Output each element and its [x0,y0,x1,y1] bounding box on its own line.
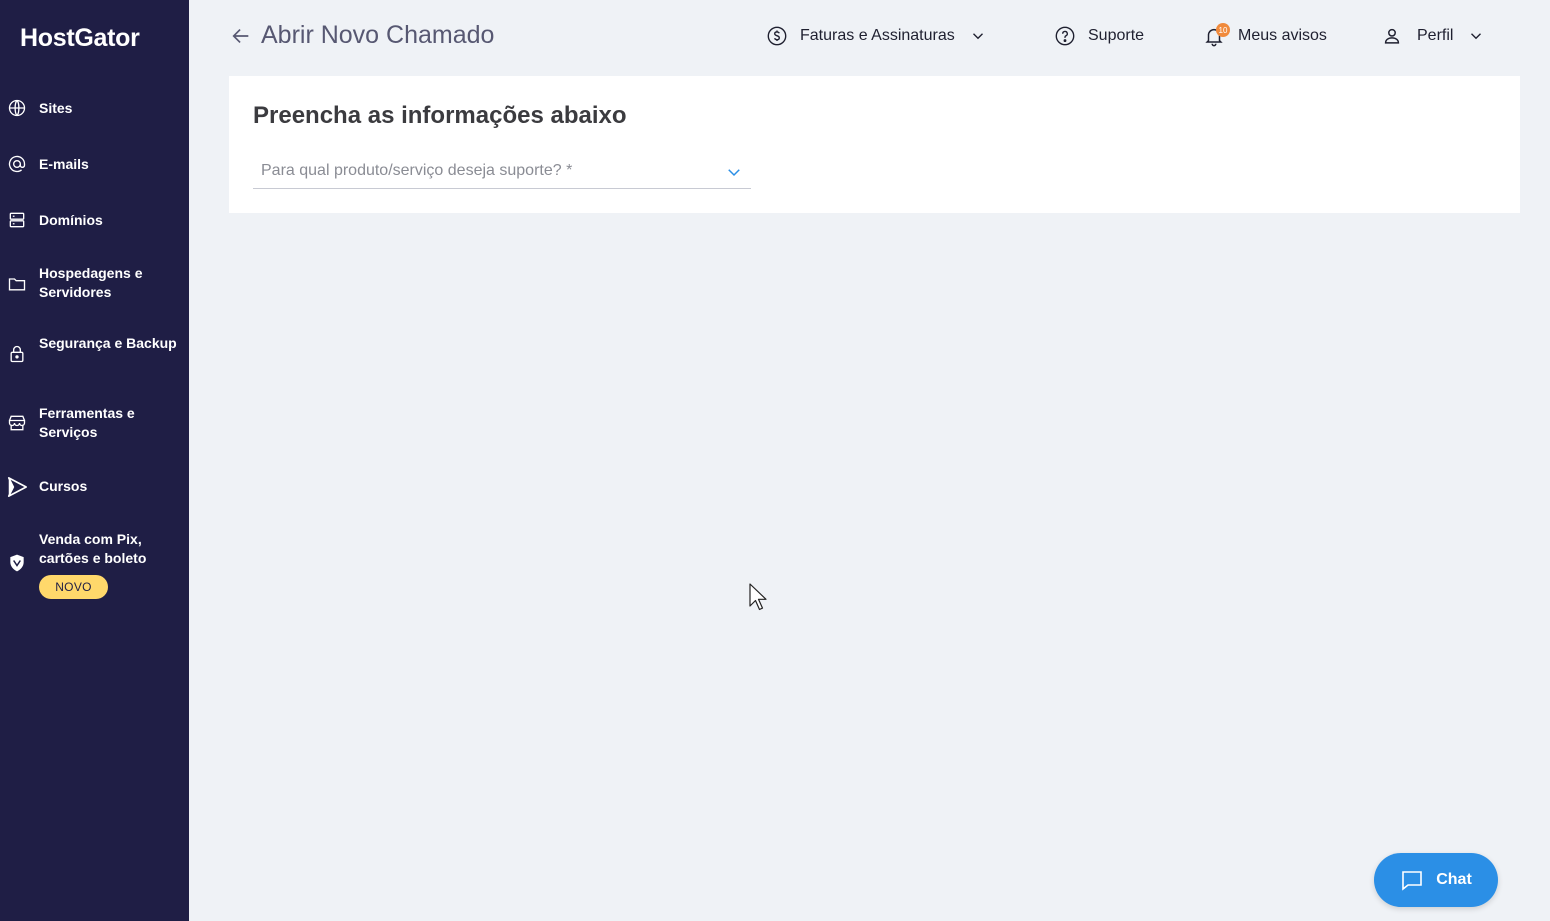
hostgator-logo[interactable]: HostGator [20,24,140,53]
support-menu[interactable]: Suporte [1054,22,1144,50]
billing-menu[interactable]: Faturas e Assinaturas [766,22,987,50]
folder-icon [7,274,27,294]
shield-icon [7,553,27,573]
ticket-form-card: Preencha as informações abaixo Para qual… [229,76,1520,213]
sidebar-item-security[interactable]: Segurança e Backup [0,334,189,374]
question-circle-icon [1054,25,1076,47]
support-label: Suporte [1088,27,1145,44]
sidebar-item-label: Sites [39,100,73,116]
profile-label: Perfil [1417,27,1454,44]
sidebar-item-tools[interactable]: Ferramentas e Serviços [0,404,189,444]
sidebar-item-label: E-mails [39,156,89,172]
billing-label: Faturas e Assinaturas [800,27,955,44]
sidebar-item-label: Venda com Pix, cartões e boleto [39,531,147,566]
sidebar-item-label: Cursos [39,478,88,494]
user-icon [1381,25,1403,47]
sidebar-item-payments[interactable]: Venda com Pix, cartões e boleto [0,530,189,573]
server-icon [7,210,27,230]
sidebar: HostGator Sites E-mails Domínios Hospeda… [0,0,189,921]
chat-label: Chat [1436,871,1472,888]
chevron-down-icon [1467,27,1485,45]
play-icon [6,476,28,498]
lock-icon [7,344,27,364]
sidebar-item-hosting[interactable]: Hospedagens e Servidores [0,264,189,304]
form-title: Preencha as informações abaixo [253,102,627,129]
notification-count-badge: 10 [1216,23,1230,37]
sidebar-item-label: Hospedagens e Servidores [39,265,143,300]
new-badge: NOVO [39,575,108,599]
notices-menu[interactable]: 10 Meus avisos [1203,22,1327,50]
bell-icon: 10 [1203,23,1230,47]
notices-label: Meus avisos [1238,27,1327,44]
product-select[interactable]: Para qual produto/serviço deseja suporte… [253,156,751,189]
dollar-circle-icon [766,25,788,47]
back-arrow-icon[interactable] [230,25,252,47]
top-header: Abrir Novo Chamado Faturas e Assinaturas… [189,0,1550,72]
sidebar-item-emails[interactable]: E-mails [0,154,189,174]
chevron-down-icon [969,27,987,45]
chevron-down-icon [725,163,743,181]
sidebar-item-courses[interactable]: Cursos [0,475,189,499]
at-icon [7,154,27,174]
sidebar-item-label: Segurança e Backup [39,335,177,351]
chat-button[interactable]: Chat [1374,853,1498,907]
sidebar-item-label: Ferramentas e Serviços [39,405,135,440]
store-icon [7,413,27,433]
mouse-cursor-icon [748,582,770,612]
chat-bubble-icon [1400,868,1436,892]
sidebar-item-domains[interactable]: Domínios [0,210,189,230]
profile-menu[interactable]: Perfil [1381,22,1485,50]
globe-icon [7,98,27,118]
product-select-placeholder: Para qual produto/serviço deseja suporte… [261,162,573,179]
sidebar-item-label: Domínios [39,212,103,228]
page-title: Abrir Novo Chamado [261,21,495,49]
sidebar-item-sites[interactable]: Sites [0,98,189,118]
